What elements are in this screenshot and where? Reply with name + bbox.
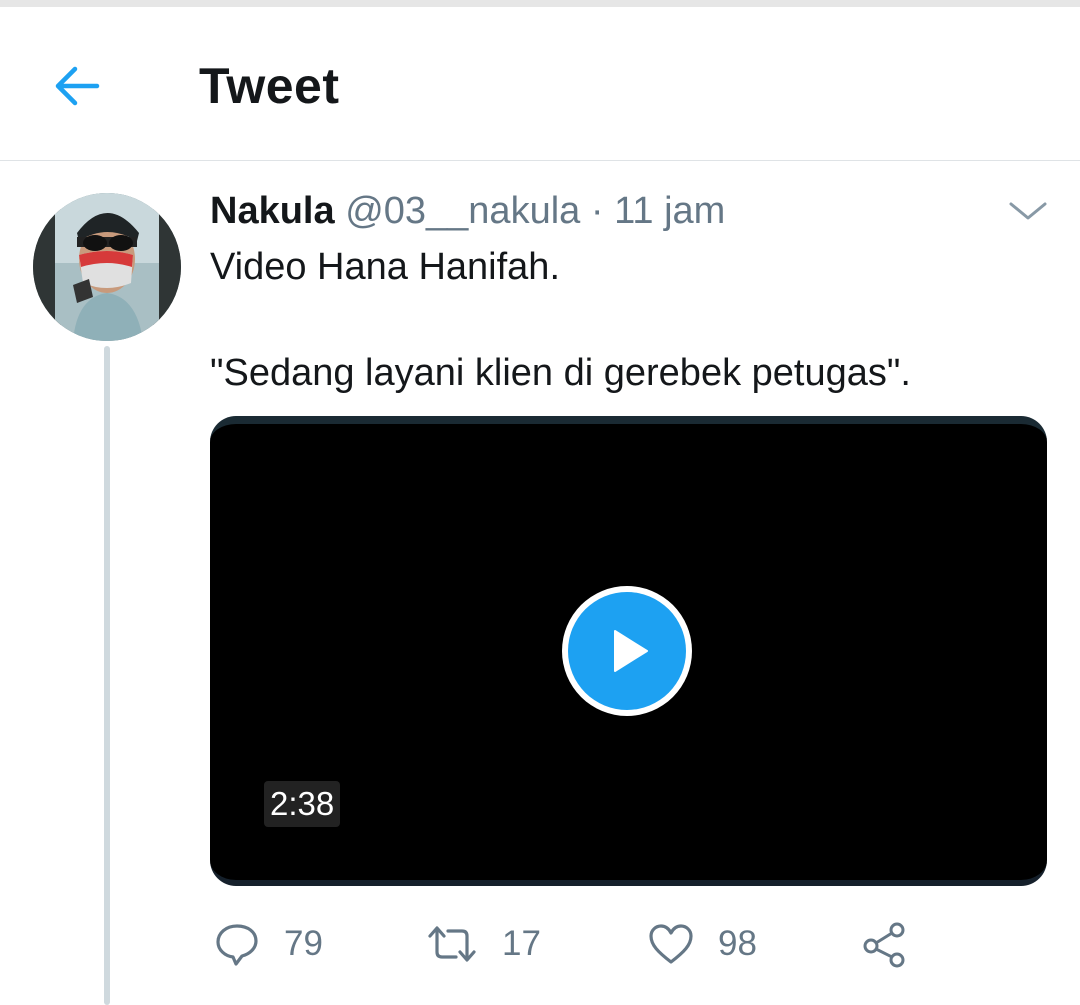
avatar[interactable] (33, 193, 181, 341)
tweet-actions: 79 17 98 (210, 916, 1060, 972)
heart-icon (649, 924, 693, 964)
author-name[interactable]: Nakula (210, 190, 335, 232)
app-header: Tweet (0, 7, 1080, 161)
tweet-menu-button[interactable] (1006, 196, 1050, 226)
reply-button[interactable]: 79 (214, 916, 323, 972)
back-button[interactable] (46, 55, 108, 117)
tweet-text-line2: "Sedang layani klien di gerebek petugas"… (210, 352, 911, 394)
tweet-text-line1: Video Hana Hanifah. (210, 246, 560, 288)
retweet-icon (428, 926, 476, 962)
share-icon (863, 922, 905, 968)
author-handle[interactable]: @03__nakula (345, 190, 580, 232)
like-button[interactable]: 98 (648, 916, 757, 972)
play-icon (568, 592, 686, 710)
play-button[interactable] (562, 586, 692, 716)
share-button[interactable] (860, 916, 908, 972)
tweet-time: 11 jam (614, 190, 726, 232)
reply-count: 79 (284, 924, 323, 963)
video-duration: 2:38 (264, 781, 341, 827)
like-count: 98 (718, 924, 757, 963)
retweet-count: 17 (502, 924, 541, 963)
avatar-photo (33, 193, 181, 341)
status-bar-strip (0, 0, 1080, 7)
tweet-meta: Nakula @03__nakula · 11 jam (210, 190, 725, 233)
thread-line (104, 346, 110, 1005)
chevron-down-icon (1009, 202, 1047, 220)
video-player[interactable]: 2:38 (210, 416, 1047, 886)
reply-icon (216, 924, 258, 966)
retweet-button[interactable]: 17 (426, 916, 541, 972)
arrow-left-icon (55, 66, 100, 106)
page-title: Tweet (199, 58, 340, 114)
meta-separator: · (590, 190, 604, 232)
